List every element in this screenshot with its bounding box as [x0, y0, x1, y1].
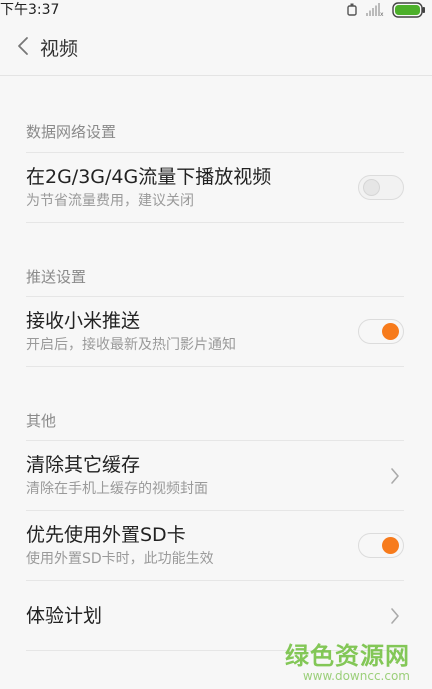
section-header-push: 推送设置 [26, 223, 404, 297]
status-time: 下午3:37 [0, 2, 60, 18]
chevron-right-icon [388, 466, 402, 486]
back-button[interactable] [8, 28, 38, 68]
svg-text:x: x [380, 11, 384, 17]
setting-subtitle: 使用外置SD卡时，此功能生效 [26, 550, 214, 567]
setting-subtitle: 开启后，接收最新及热门影片通知 [26, 336, 236, 353]
setting-title: 清除其它缓存 [26, 453, 141, 476]
external-sd-toggle[interactable] [358, 533, 404, 558]
status-icons: x [346, 2, 428, 18]
signal-icon: x [366, 3, 384, 17]
settings-list: 数据网络设置 在2G/3G/4G流量下播放视频 为节省流量费用，建议关闭 推送设… [0, 76, 432, 651]
setting-title: 优先使用外置SD卡 [26, 523, 186, 546]
battery-icon [392, 2, 426, 18]
watermark-title: 绿色资源网 [285, 642, 410, 670]
setting-row-external-sd[interactable]: 优先使用外置SD卡 使用外置SD卡时，此功能生效 [26, 511, 404, 581]
status-bar: 下午3:37 x [0, 0, 432, 20]
setting-row-mi-push[interactable]: 接收小米推送 开启后，接收最新及热门影片通知 [26, 297, 404, 367]
setting-row-clear-cache[interactable]: 清除其它缓存 清除在手机上缓存的视频封面 [26, 441, 404, 511]
watermark-url: www.downcc.com [302, 669, 410, 683]
setting-title: 体验计划 [26, 604, 103, 627]
section-header-other: 其他 [26, 367, 404, 441]
setting-subtitle: 为节省流量费用，建议关闭 [26, 192, 194, 209]
setting-row-cellular-playback[interactable]: 在2G/3G/4G流量下播放视频 为节省流量费用，建议关闭 [26, 153, 404, 223]
setting-subtitle: 清除在手机上缓存的视频封面 [26, 480, 208, 497]
alarm-icon [346, 3, 358, 17]
screen: 下午3:37 x 视频 数据网络设置 在2G/3G/4G流量下播放视频 为节省流… [0, 0, 432, 689]
page-title: 视频 [40, 38, 79, 60]
cellular-playback-toggle[interactable] [358, 175, 404, 200]
chevron-left-icon [17, 36, 29, 60]
setting-title: 接收小米推送 [26, 309, 141, 332]
mi-push-toggle[interactable] [358, 319, 404, 344]
setting-title: 在2G/3G/4G流量下播放视频 [26, 165, 272, 188]
title-bar: 视频 [0, 20, 432, 76]
chevron-right-icon [388, 606, 402, 626]
watermark: 绿色资源网 www.downcc.com [285, 636, 410, 683]
section-header-network: 数据网络设置 [26, 76, 404, 153]
